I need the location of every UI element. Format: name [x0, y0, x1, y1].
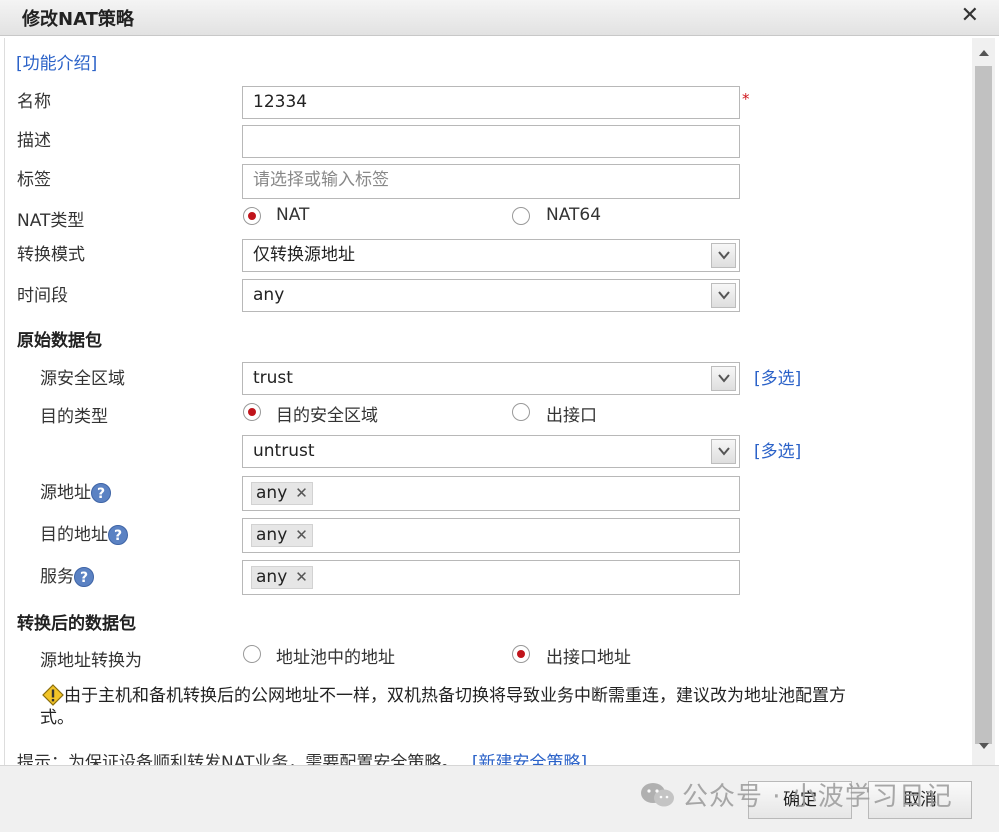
scroll-down-icon[interactable] [972, 737, 995, 757]
help-icon[interactable]: ? [91, 483, 111, 503]
watermark: 公众号 · 小波学习日记 [640, 776, 953, 813]
remove-tag-icon[interactable]: ✕ [295, 483, 308, 504]
radio-out-interface-address-label: 出接口地址 [546, 648, 631, 668]
required-mark: * [742, 90, 750, 108]
scroll-up-icon[interactable] [972, 44, 995, 64]
service-tag-label: any [256, 567, 288, 587]
service-tag: any ✕ [251, 566, 313, 589]
time-value: any [253, 285, 285, 305]
mode-select[interactable]: 仅转换源地址 [242, 239, 740, 272]
src-zone-value: trust [253, 368, 293, 388]
warning-text: 由于主机和备机转换后的公网地址不一样，双机热备切换将导致业务中断需重连，建议改为… [40, 686, 846, 728]
watermark-text: 公众号 · 小波学习日记 [682, 782, 953, 812]
dialog-footer: 确定 取消 公众号 · 小波学习日记 [0, 765, 999, 832]
dst-zone-multi-link[interactable]: [多选] [754, 437, 801, 462]
service-label-text: 服务 [40, 567, 74, 587]
mode-label: 转换模式 [17, 245, 85, 265]
vertical-scrollbar[interactable] [972, 38, 995, 765]
dialog-title: 修改NAT策略 [22, 9, 134, 30]
dialog-titlebar: 修改NAT策略 ✕ [0, 0, 999, 36]
radio-nat64[interactable] [512, 207, 530, 225]
new-security-policy-link[interactable]: [新建安全策略] [472, 753, 587, 765]
dst-addr-input[interactable]: any ✕ [242, 518, 740, 553]
src-zone-select[interactable]: trust [242, 362, 740, 395]
src-zone-label: 源安全区域 [40, 369, 125, 389]
help-icon[interactable]: ? [108, 525, 128, 545]
hint-row: 提示：为保证设备顺利转发NAT业务，需要配置安全策略。 [新建安全策略] [17, 748, 587, 765]
service-input[interactable]: any ✕ [242, 560, 740, 595]
src-addr-tag: any ✕ [251, 482, 313, 505]
chevron-down-icon[interactable] [711, 366, 736, 391]
time-select[interactable]: any [242, 279, 740, 312]
name-label: 名称 [17, 92, 51, 112]
mode-value: 仅转换源地址 [253, 245, 355, 265]
radio-dst-zone[interactable] [243, 403, 261, 421]
remove-tag-icon[interactable]: ✕ [295, 567, 308, 588]
radio-out-interface-label: 出接口 [546, 406, 597, 426]
dst-type-label: 目的类型 [40, 407, 108, 427]
radio-dst-zone-label: 目的安全区域 [276, 406, 378, 426]
src-zone-multi-link[interactable]: [多选] [754, 364, 801, 389]
chevron-down-icon[interactable] [711, 439, 736, 464]
radio-nat-label: NAT [276, 205, 310, 225]
src-addr-label: 源地址? [40, 478, 111, 503]
scrollbar-thumb[interactable] [975, 66, 992, 744]
src-translate-label: 源地址转换为 [40, 651, 142, 671]
tag-label: 标签 [17, 170, 51, 190]
service-label: 服务? [40, 562, 94, 587]
desc-input[interactable] [242, 125, 740, 158]
translated-packet-title: 转换后的数据包 [17, 614, 136, 634]
radio-nat[interactable] [243, 207, 261, 225]
original-packet-title: 原始数据包 [17, 331, 102, 351]
wechat-icon [641, 783, 674, 807]
hint-text: 提示：为保证设备顺利转发NAT业务，需要配置安全策略。 [17, 753, 459, 765]
radio-out-interface-address[interactable] [512, 645, 530, 663]
dialog-content: [功能介绍] 名称 12334 * 描述 标签 请选择或输入标签 NAT类型 N… [4, 38, 972, 765]
radio-address-pool-label: 地址池中的地址 [276, 648, 395, 668]
radio-address-pool[interactable] [243, 645, 261, 663]
radio-nat64-label: NAT64 [546, 205, 602, 225]
src-addr-tag-label: any [256, 483, 288, 503]
time-label: 时间段 [17, 286, 68, 306]
tag-placeholder: 请选择或输入标签 [253, 170, 389, 190]
intro-link[interactable]: [功能介绍] [16, 49, 97, 74]
desc-label: 描述 [17, 131, 51, 151]
tag-input[interactable]: 请选择或输入标签 [242, 164, 740, 199]
dst-addr-label: 目的地址? [40, 520, 128, 545]
chevron-down-icon[interactable] [711, 283, 736, 308]
dst-addr-tag-label: any [256, 525, 288, 545]
chevron-down-icon[interactable] [711, 243, 736, 268]
name-input[interactable]: 12334 [242, 86, 740, 119]
src-addr-input[interactable]: any ✕ [242, 476, 740, 511]
close-icon[interactable]: ✕ [961, 3, 979, 28]
remove-tag-icon[interactable]: ✕ [295, 525, 308, 546]
dst-addr-tag: any ✕ [251, 524, 313, 547]
dst-zone-value: untrust [253, 441, 315, 461]
radio-out-interface[interactable] [512, 403, 530, 421]
dst-addr-label-text: 目的地址 [40, 525, 108, 545]
nat-type-label: NAT类型 [17, 211, 85, 231]
src-addr-label-text: 源地址 [40, 483, 91, 503]
dst-zone-select[interactable]: untrust [242, 435, 740, 468]
help-icon[interactable]: ? [74, 567, 94, 587]
